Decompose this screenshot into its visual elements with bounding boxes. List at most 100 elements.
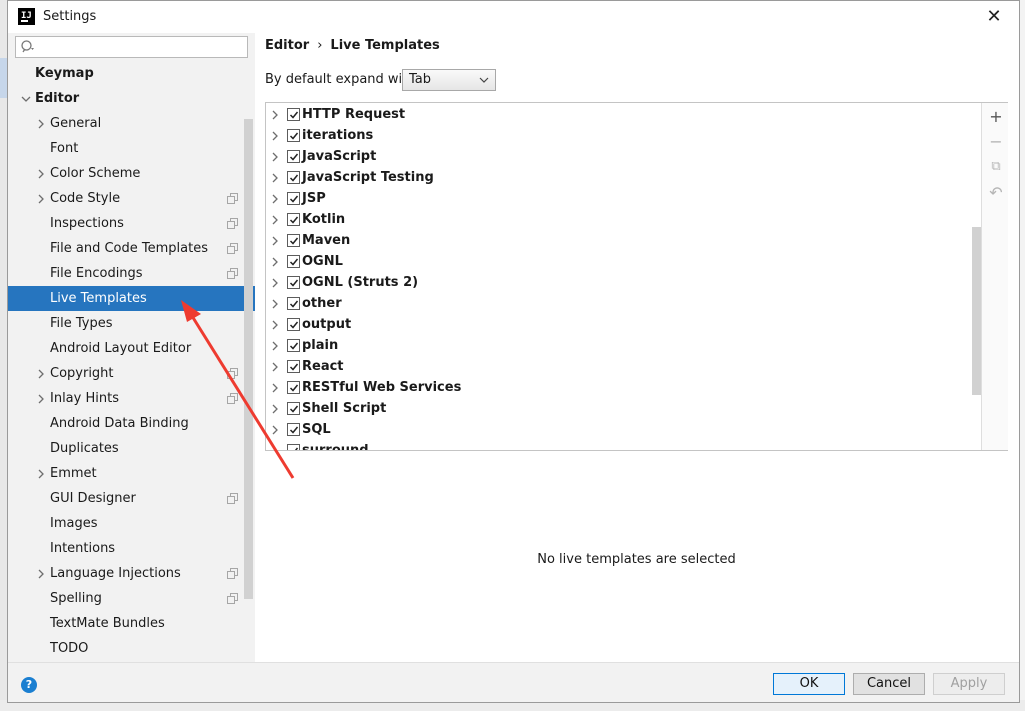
remove-template-button[interactable]: − <box>988 134 1004 150</box>
apply-button[interactable]: Apply <box>933 673 1005 695</box>
expand-with-select[interactable]: Tab <box>402 69 496 91</box>
tree-chevron[interactable] <box>36 386 46 411</box>
add-template-button[interactable]: + <box>988 109 1004 125</box>
template-group-label: iterations <box>302 128 374 143</box>
sidebar-item-todo[interactable]: TODO <box>8 636 255 661</box>
checkmark-icon <box>289 321 299 329</box>
sidebar-item-label: Font <box>50 141 79 156</box>
chevron-right-icon <box>272 173 278 183</box>
sidebar-item-android-data-binding[interactable]: Android Data Binding <box>8 411 255 436</box>
sidebar-item-label: Android Layout Editor <box>50 341 192 356</box>
template-group-checkbox[interactable] <box>287 297 300 310</box>
template-group-checkbox[interactable] <box>287 192 300 205</box>
template-group-row[interactable]: output <box>266 314 981 335</box>
tree-chevron[interactable] <box>36 186 46 211</box>
template-group-label: OGNL <box>302 254 343 269</box>
checkmark-icon <box>289 426 299 434</box>
template-group-row[interactable]: surround <box>266 440 981 450</box>
checkmark-icon <box>289 132 299 140</box>
template-group-checkbox[interactable] <box>287 234 300 247</box>
sidebar-item-file-encodings[interactable]: File Encodings <box>8 261 255 286</box>
template-group-row[interactable]: RESTful Web Services <box>266 377 981 398</box>
sidebar-item-label: Code Style <box>50 191 121 206</box>
template-group-row[interactable]: Kotlin <box>266 209 981 230</box>
template-list-scrollbar[interactable] <box>972 227 981 395</box>
template-group-row[interactable]: React <box>266 356 981 377</box>
sidebar-item-gui-designer[interactable]: GUI Designer <box>8 486 255 511</box>
template-group-row[interactable]: Maven <box>266 230 981 251</box>
sidebar-item-inspections[interactable]: Inspections <box>8 211 255 236</box>
ok-button[interactable]: OK <box>773 673 845 695</box>
sidebar-item-duplicates[interactable]: Duplicates <box>8 436 255 461</box>
template-group-row[interactable]: other <box>266 293 981 314</box>
template-group-label: RESTful Web Services <box>302 380 462 395</box>
sidebar-item-spelling[interactable]: Spelling <box>8 586 255 611</box>
sidebar-item-file-types[interactable]: File Types <box>8 311 255 336</box>
sidebar-item-inlay-hints[interactable]: Inlay Hints <box>8 386 255 411</box>
tree-chevron[interactable] <box>36 461 46 486</box>
sidebar-item-label: Editor <box>35 91 80 106</box>
template-group-checkbox[interactable] <box>287 276 300 289</box>
sidebar-item-android-layout-editor[interactable]: Android Layout Editor <box>8 336 255 361</box>
template-group-checkbox[interactable] <box>287 213 300 226</box>
template-group-checkbox[interactable] <box>287 360 300 373</box>
restore-template-button[interactable]: ↶ <box>988 185 1004 201</box>
sidebar-scrollbar[interactable] <box>244 119 253 599</box>
template-group-label: plain <box>302 338 339 353</box>
sidebar-item-editor[interactable]: Editor <box>8 86 255 111</box>
template-group-row[interactable]: JavaScript Testing <box>266 167 981 188</box>
template-group-checkbox[interactable] <box>287 129 300 142</box>
template-group-checkbox[interactable] <box>287 444 300 450</box>
tree-chevron[interactable] <box>21 86 31 111</box>
sidebar-item-live-templates[interactable]: Live Templates <box>8 286 255 311</box>
sidebar-item-intentions[interactable]: Intentions <box>8 536 255 561</box>
search-input[interactable] <box>38 39 243 55</box>
cancel-button[interactable]: Cancel <box>853 673 925 695</box>
template-group-checkbox[interactable] <box>287 150 300 163</box>
sidebar-item-copyright[interactable]: Copyright <box>8 361 255 386</box>
template-group-checkbox[interactable] <box>287 171 300 184</box>
sidebar-item-general[interactable]: General <box>8 111 255 136</box>
tree-chevron[interactable] <box>36 111 46 136</box>
template-group-row[interactable]: plain <box>266 335 981 356</box>
template-group-row[interactable]: SQL <box>266 419 981 440</box>
tree-chevron[interactable] <box>36 561 46 586</box>
template-group-row[interactable]: HTTP Request <box>266 104 981 125</box>
checkmark-icon <box>289 342 299 350</box>
template-group-checkbox[interactable] <box>287 108 300 121</box>
sidebar-item-language-injections[interactable]: Language Injections <box>8 561 255 586</box>
sidebar-item-label: Inlay Hints <box>50 391 119 406</box>
template-group-checkbox[interactable] <box>287 402 300 415</box>
minus-icon: − <box>989 132 1003 151</box>
sidebar-item-font[interactable]: Font <box>8 136 255 161</box>
sidebar-item-textmate-bundles[interactable]: TextMate Bundles <box>8 611 255 636</box>
template-group-row[interactable]: OGNL (Struts 2) <box>266 272 981 293</box>
tree-chevron[interactable] <box>36 361 46 386</box>
sidebar-item-keymap[interactable]: Keymap <box>8 61 255 86</box>
template-group-checkbox[interactable] <box>287 381 300 394</box>
breadcrumb-root[interactable]: Editor <box>265 38 309 53</box>
checkmark-icon <box>289 237 299 245</box>
help-icon: ? <box>25 678 33 691</box>
sidebar-item-color-scheme[interactable]: Color Scheme <box>8 161 255 186</box>
sidebar-item-images[interactable]: Images <box>8 511 255 536</box>
template-group-row[interactable]: OGNL <box>266 251 981 272</box>
template-group-checkbox[interactable] <box>287 318 300 331</box>
sidebar-item-emmet[interactable]: Emmet <box>8 461 255 486</box>
template-group-row[interactable]: JSP <box>266 188 981 209</box>
sidebar-item-code-style[interactable]: Code Style <box>8 186 255 211</box>
template-group-checkbox[interactable] <box>287 339 300 352</box>
tree-chevron[interactable] <box>36 161 46 186</box>
sidebar-item-file-and-code-templates[interactable]: File and Code Templates <box>8 236 255 261</box>
chevron-right-icon <box>272 446 277 450</box>
template-group-row[interactable]: iterations <box>266 125 981 146</box>
template-group-checkbox[interactable] <box>287 423 300 436</box>
template-group-row[interactable]: JavaScript <box>266 146 981 167</box>
copy-template-button[interactable]: ⧉ <box>988 159 1004 175</box>
help-button[interactable]: ? <box>21 677 37 693</box>
checkmark-icon <box>289 405 299 413</box>
template-group-row[interactable]: Shell Script <box>266 398 981 419</box>
close-button[interactable]: ✕ <box>983 6 1005 28</box>
template-group-checkbox[interactable] <box>287 255 300 268</box>
search-box[interactable] <box>15 36 248 58</box>
